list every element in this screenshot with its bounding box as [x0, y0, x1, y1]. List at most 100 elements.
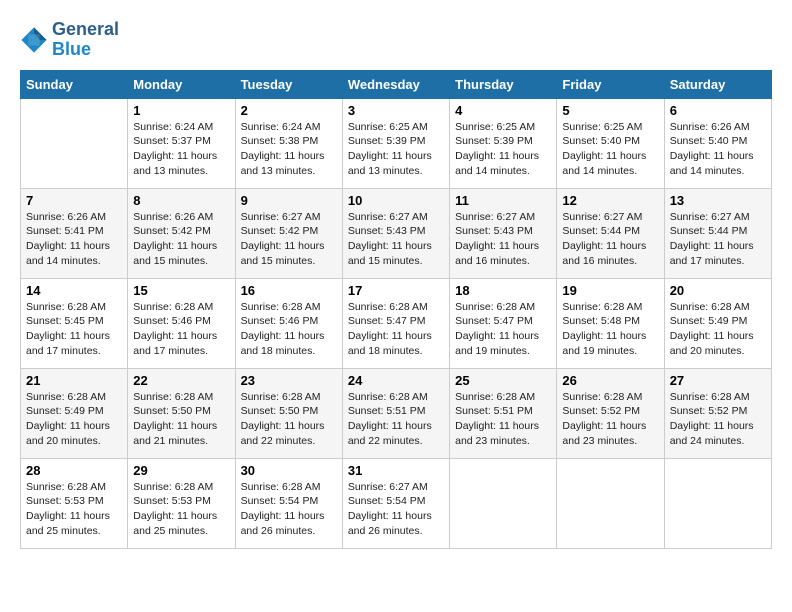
logo-icon	[20, 26, 48, 54]
day-info: Sunrise: 6:28 AM Sunset: 5:54 PM Dayligh…	[241, 480, 337, 539]
calendar-cell: 20 Sunrise: 6:28 AM Sunset: 5:49 PM Dayli…	[664, 278, 771, 368]
day-number: 5	[562, 103, 658, 118]
day-info: Sunrise: 6:25 AM Sunset: 5:40 PM Dayligh…	[562, 120, 658, 179]
day-info: Sunrise: 6:26 AM Sunset: 5:40 PM Dayligh…	[670, 120, 766, 179]
day-info: Sunrise: 6:28 AM Sunset: 5:46 PM Dayligh…	[241, 300, 337, 359]
calendar-cell: 10 Sunrise: 6:27 AM Sunset: 5:43 PM Dayli…	[342, 188, 449, 278]
logo-text-blue: Blue	[52, 40, 119, 60]
day-info: Sunrise: 6:28 AM Sunset: 5:51 PM Dayligh…	[348, 390, 444, 449]
day-number: 28	[26, 463, 122, 478]
day-number: 20	[670, 283, 766, 298]
day-number: 2	[241, 103, 337, 118]
day-info: Sunrise: 6:28 AM Sunset: 5:46 PM Dayligh…	[133, 300, 229, 359]
day-info: Sunrise: 6:26 AM Sunset: 5:41 PM Dayligh…	[26, 210, 122, 269]
day-info: Sunrise: 6:27 AM Sunset: 5:44 PM Dayligh…	[670, 210, 766, 269]
week-row-0: 1 Sunrise: 6:24 AM Sunset: 5:37 PM Daylig…	[21, 98, 772, 188]
calendar-cell: 23 Sunrise: 6:28 AM Sunset: 5:50 PM Dayli…	[235, 368, 342, 458]
week-row-3: 21Sunrise: 6:28 AM Sunset: 5:49 PM Dayli…	[21, 368, 772, 458]
day-info: Sunrise: 6:28 AM Sunset: 5:49 PM Dayligh…	[26, 390, 122, 449]
calendar-cell: 19 Sunrise: 6:28 AM Sunset: 5:48 PM Dayli…	[557, 278, 664, 368]
day-info: Sunrise: 6:26 AM Sunset: 5:42 PM Dayligh…	[133, 210, 229, 269]
calendar-table: SundayMondayTuesdayWednesdayThursdayFrid…	[20, 70, 772, 549]
calendar-cell: 17Sunrise: 6:28 AM Sunset: 5:47 PM Dayli…	[342, 278, 449, 368]
weekday-monday: Monday	[128, 70, 235, 98]
day-number: 31	[348, 463, 444, 478]
calendar-cell: 31 Sunrise: 6:27 AM Sunset: 5:54 PM Dayli…	[342, 458, 449, 548]
day-info: Sunrise: 6:28 AM Sunset: 5:49 PM Dayligh…	[670, 300, 766, 359]
day-info: Sunrise: 6:28 AM Sunset: 5:53 PM Dayligh…	[133, 480, 229, 539]
day-info: Sunrise: 6:28 AM Sunset: 5:52 PM Dayligh…	[562, 390, 658, 449]
day-info: Sunrise: 6:28 AM Sunset: 5:45 PM Dayligh…	[26, 300, 122, 359]
calendar-cell: 9Sunrise: 6:27 AM Sunset: 5:42 PM Daylig…	[235, 188, 342, 278]
calendar-cell	[664, 458, 771, 548]
weekday-header-row: SundayMondayTuesdayWednesdayThursdayFrid…	[21, 70, 772, 98]
calendar-cell: 8Sunrise: 6:26 AM Sunset: 5:42 PM Daylig…	[128, 188, 235, 278]
calendar-cell	[450, 458, 557, 548]
calendar-cell: 27Sunrise: 6:28 AM Sunset: 5:52 PM Dayli…	[664, 368, 771, 458]
calendar-cell: 25 Sunrise: 6:28 AM Sunset: 5:51 PM Dayli…	[450, 368, 557, 458]
calendar-cell: 18 Sunrise: 6:28 AM Sunset: 5:47 PM Dayli…	[450, 278, 557, 368]
day-info: Sunrise: 6:28 AM Sunset: 5:50 PM Dayligh…	[241, 390, 337, 449]
day-number: 12	[562, 193, 658, 208]
calendar-cell: 1 Sunrise: 6:24 AM Sunset: 5:37 PM Daylig…	[128, 98, 235, 188]
page-header: General Blue	[20, 20, 772, 60]
calendar-cell: 26Sunrise: 6:28 AM Sunset: 5:52 PM Dayli…	[557, 368, 664, 458]
day-number: 25	[455, 373, 551, 388]
calendar-cell: 15 Sunrise: 6:28 AM Sunset: 5:46 PM Dayli…	[128, 278, 235, 368]
calendar-cell: 29 Sunrise: 6:28 AM Sunset: 5:53 PM Dayli…	[128, 458, 235, 548]
day-info: Sunrise: 6:28 AM Sunset: 5:48 PM Dayligh…	[562, 300, 658, 359]
day-number: 22	[133, 373, 229, 388]
day-info: Sunrise: 6:24 AM Sunset: 5:37 PM Dayligh…	[133, 120, 229, 179]
day-number: 6	[670, 103, 766, 118]
day-info: Sunrise: 6:27 AM Sunset: 5:44 PM Dayligh…	[562, 210, 658, 269]
weekday-sunday: Sunday	[21, 70, 128, 98]
calendar-cell: 2 Sunrise: 6:24 AM Sunset: 5:38 PM Daylig…	[235, 98, 342, 188]
day-number: 19	[562, 283, 658, 298]
day-number: 18	[455, 283, 551, 298]
day-info: Sunrise: 6:24 AM Sunset: 5:38 PM Dayligh…	[241, 120, 337, 179]
day-info: Sunrise: 6:28 AM Sunset: 5:53 PM Dayligh…	[26, 480, 122, 539]
day-number: 4	[455, 103, 551, 118]
calendar-cell	[557, 458, 664, 548]
day-info: Sunrise: 6:27 AM Sunset: 5:54 PM Dayligh…	[348, 480, 444, 539]
day-number: 24	[348, 373, 444, 388]
day-info: Sunrise: 6:28 AM Sunset: 5:47 PM Dayligh…	[455, 300, 551, 359]
day-number: 1	[133, 103, 229, 118]
day-number: 30	[241, 463, 337, 478]
day-info: Sunrise: 6:27 AM Sunset: 5:43 PM Dayligh…	[348, 210, 444, 269]
weekday-wednesday: Wednesday	[342, 70, 449, 98]
day-number: 16	[241, 283, 337, 298]
calendar-header: SundayMondayTuesdayWednesdayThursdayFrid…	[21, 70, 772, 98]
day-info: Sunrise: 6:28 AM Sunset: 5:50 PM Dayligh…	[133, 390, 229, 449]
weekday-friday: Friday	[557, 70, 664, 98]
calendar-cell: 6 Sunrise: 6:26 AM Sunset: 5:40 PM Daylig…	[664, 98, 771, 188]
week-row-1: 7 Sunrise: 6:26 AM Sunset: 5:41 PM Daylig…	[21, 188, 772, 278]
calendar-cell: 7 Sunrise: 6:26 AM Sunset: 5:41 PM Daylig…	[21, 188, 128, 278]
calendar-cell: 22 Sunrise: 6:28 AM Sunset: 5:50 PM Dayli…	[128, 368, 235, 458]
day-info: Sunrise: 6:27 AM Sunset: 5:42 PM Dayligh…	[241, 210, 337, 269]
calendar-cell	[21, 98, 128, 188]
calendar-cell: 13 Sunrise: 6:27 AM Sunset: 5:44 PM Dayli…	[664, 188, 771, 278]
day-number: 15	[133, 283, 229, 298]
calendar-cell: 12 Sunrise: 6:27 AM Sunset: 5:44 PM Dayli…	[557, 188, 664, 278]
calendar-cell: 5 Sunrise: 6:25 AM Sunset: 5:40 PM Daylig…	[557, 98, 664, 188]
calendar-cell: 4Sunrise: 6:25 AM Sunset: 5:39 PM Daylig…	[450, 98, 557, 188]
day-info: Sunrise: 6:28 AM Sunset: 5:52 PM Dayligh…	[670, 390, 766, 449]
day-number: 13	[670, 193, 766, 208]
day-number: 14	[26, 283, 122, 298]
week-row-4: 28 Sunrise: 6:28 AM Sunset: 5:53 PM Dayli…	[21, 458, 772, 548]
calendar-cell: 24 Sunrise: 6:28 AM Sunset: 5:51 PM Dayli…	[342, 368, 449, 458]
day-number: 23	[241, 373, 337, 388]
day-info: Sunrise: 6:28 AM Sunset: 5:51 PM Dayligh…	[455, 390, 551, 449]
day-number: 3	[348, 103, 444, 118]
day-number: 7	[26, 193, 122, 208]
calendar-cell: 16 Sunrise: 6:28 AM Sunset: 5:46 PM Dayli…	[235, 278, 342, 368]
day-number: 29	[133, 463, 229, 478]
logo-text-general: General	[52, 20, 119, 40]
day-number: 11	[455, 193, 551, 208]
day-info: Sunrise: 6:25 AM Sunset: 5:39 PM Dayligh…	[348, 120, 444, 179]
calendar-cell: 30 Sunrise: 6:28 AM Sunset: 5:54 PM Dayli…	[235, 458, 342, 548]
day-number: 10	[348, 193, 444, 208]
week-row-2: 14 Sunrise: 6:28 AM Sunset: 5:45 PM Dayli…	[21, 278, 772, 368]
calendar-cell: 3 Sunrise: 6:25 AM Sunset: 5:39 PM Daylig…	[342, 98, 449, 188]
